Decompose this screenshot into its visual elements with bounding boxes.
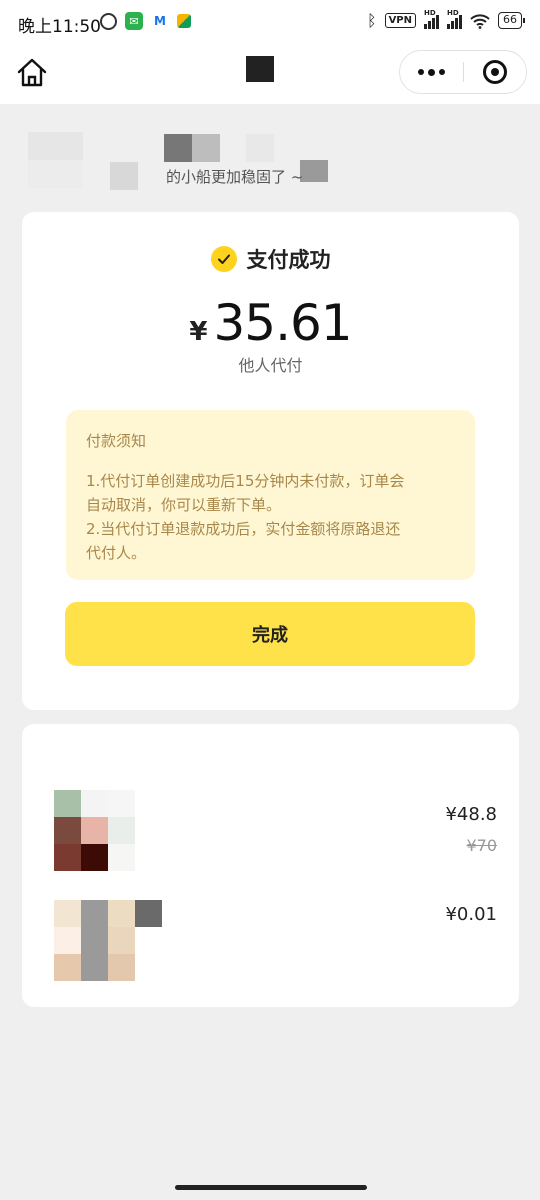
item-price: ¥0.01 [445, 904, 497, 925]
page-title-redacted [246, 56, 274, 82]
close-icon[interactable] [463, 60, 526, 84]
order-items-card: ¥48.8 ¥70 ¥0.01 [22, 724, 519, 1007]
wifi-icon [470, 13, 490, 29]
bluetooth-icon: ᛒ [366, 11, 377, 30]
status-bar: 晚上11:50 ✉ M ᛒ VPN HD HD 66 [0, 0, 540, 44]
wechat-icon: ✉ [125, 12, 143, 30]
item-price: ¥48.8 [445, 804, 497, 825]
payment-status: 支付成功 [246, 248, 331, 272]
home-icon[interactable] [14, 56, 50, 90]
banner: 的小船更加稳固了 ~ [28, 132, 368, 192]
item-original-price: ¥70 [466, 836, 497, 855]
home-indicator [175, 1185, 367, 1190]
notice-line: 1.代付订单创建成功后15分钟内未付款，订单会 [86, 472, 405, 490]
banner-text: 的小船更加稳固了 ~ [166, 168, 304, 186]
signal-icon: HD [424, 9, 439, 29]
battery-icon: 66 [498, 12, 525, 29]
notice-line: 代付人。 [86, 544, 147, 562]
payment-type: 他人代付 [238, 356, 303, 375]
payment-amount: 35.61 [213, 294, 352, 352]
done-button[interactable]: 完成 [65, 602, 475, 666]
notice-line: 2.当代付订单退款成功后，实付金额将原路退还 [86, 520, 401, 538]
status-time: 晚上11:50 [18, 17, 101, 37]
miniprogram-capsule [399, 50, 527, 94]
product-thumbnail[interactable] [54, 790, 135, 871]
currency-symbol: ¥ [189, 317, 208, 347]
nav-bar [0, 44, 540, 104]
alarm-icon [100, 12, 117, 30]
more-icon[interactable] [400, 68, 463, 76]
mail-icon: M [154, 14, 166, 28]
app-icon [177, 14, 191, 28]
notice-title: 付款须知 [86, 432, 147, 450]
notice-line: 自动取消，你可以重新下单。 [86, 496, 282, 514]
check-icon [210, 246, 237, 272]
payment-result-card: 支付成功 ¥ 35.61 他人代付 付款须知 1.代付订单创建成功后15分钟内未… [22, 212, 519, 710]
vpn-badge: VPN [384, 13, 416, 28]
signal-icon-2: HD [447, 9, 462, 29]
product-thumbnail[interactable] [54, 900, 162, 981]
payment-notice: 付款须知 1.代付订单创建成功后15分钟内未付款，订单会 自动取消，你可以重新下… [66, 410, 475, 580]
